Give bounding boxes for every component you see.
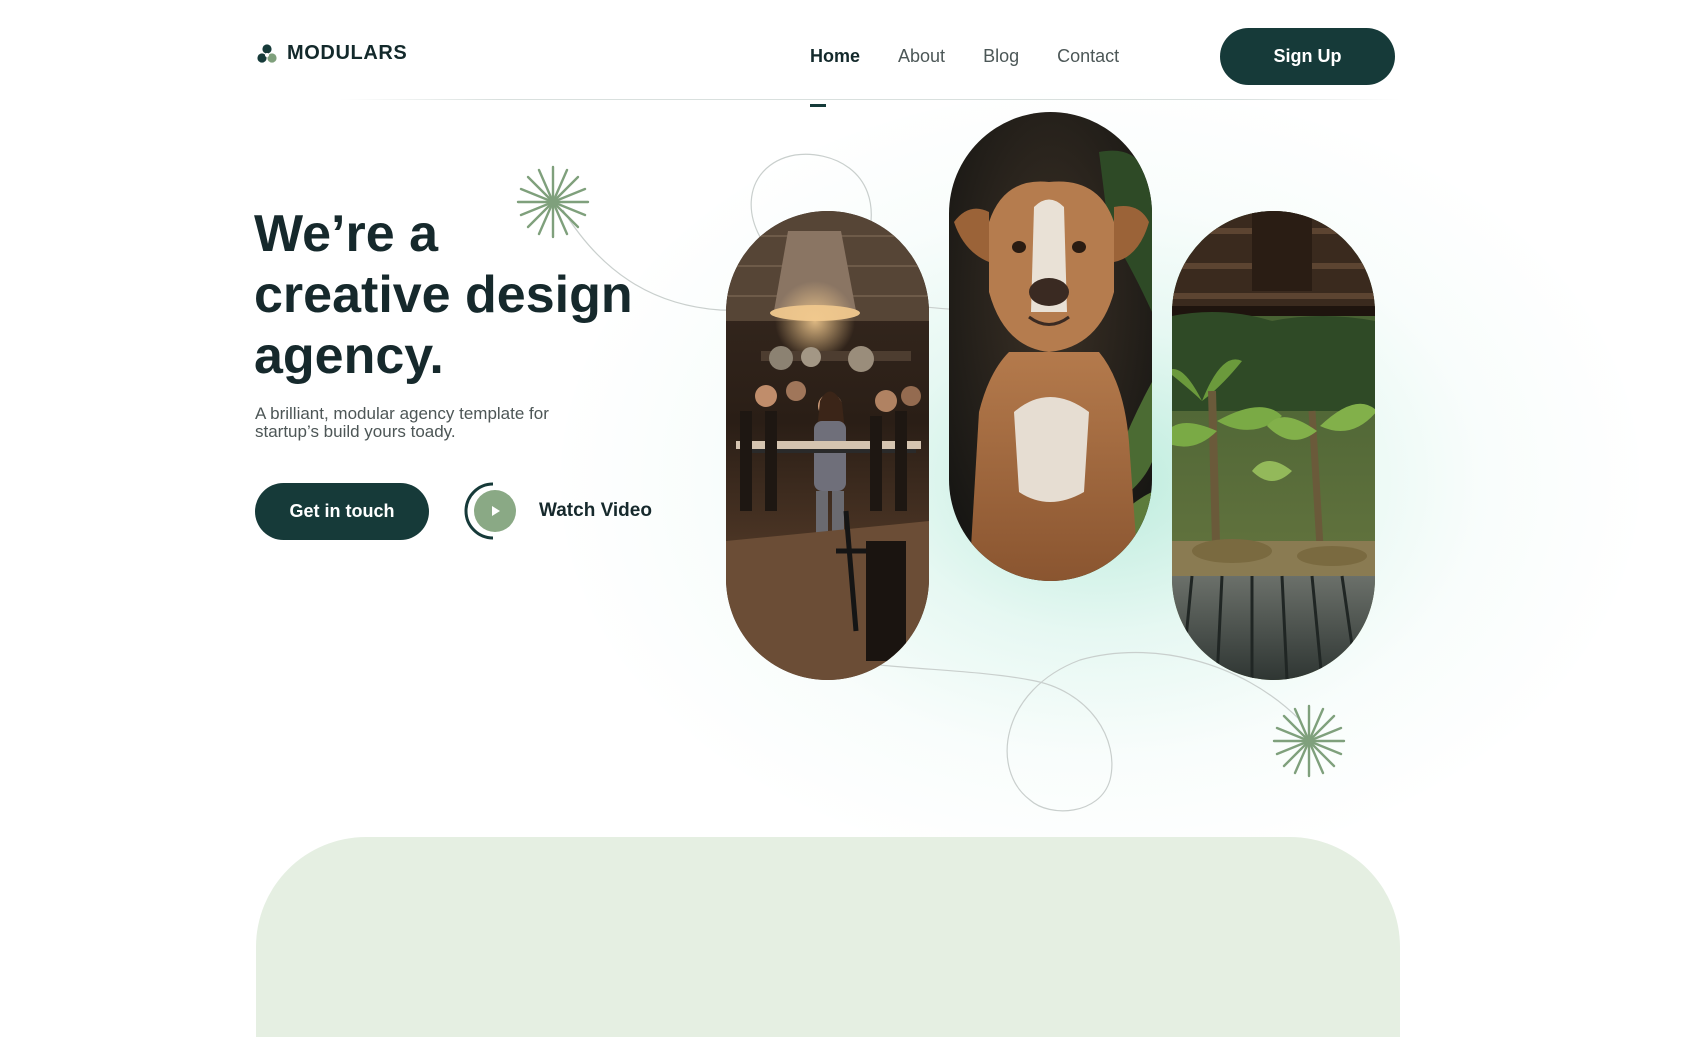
bottom-section-band [256, 837, 1400, 1037]
brand-name: MODULARS [287, 42, 408, 64]
nav-item-home[interactable]: Home [810, 46, 860, 107]
nav-item-about[interactable]: About [898, 46, 945, 67]
hero-title: We’re a creative design agency. [254, 204, 633, 387]
hero-title-line: We’re a [254, 205, 439, 263]
play-button[interactable] [463, 481, 523, 541]
nav-item-blog[interactable]: Blog [983, 46, 1019, 67]
header-divider [340, 99, 1400, 100]
hero-subtitle-line: startup’s build yours toady. [255, 422, 456, 441]
brand-logo[interactable]: MODULARS [256, 42, 407, 65]
watch-video-label: Watch Video [539, 500, 652, 521]
get-in-touch-button[interactable]: Get in touch [255, 483, 429, 540]
sign-up-button[interactable]: Sign Up [1220, 28, 1395, 85]
hero-title-line: creative design [254, 266, 633, 324]
clover-logo-icon [257, 43, 277, 63]
hero-title-line: agency. [254, 327, 444, 385]
hero-subtitle: A brilliant, modular agency template for… [255, 405, 615, 441]
watch-video-button[interactable]: Watch Video [463, 481, 652, 541]
play-icon [464, 482, 516, 540]
garden-photo [1172, 211, 1375, 680]
nav-item-contact[interactable]: Contact [1057, 46, 1119, 67]
main-nav: Home About Blog Contact [810, 46, 1119, 107]
hero-subtitle-line: A brilliant, modular agency template for [255, 404, 549, 423]
concert-photo [726, 211, 929, 680]
dog-photo [949, 112, 1152, 581]
